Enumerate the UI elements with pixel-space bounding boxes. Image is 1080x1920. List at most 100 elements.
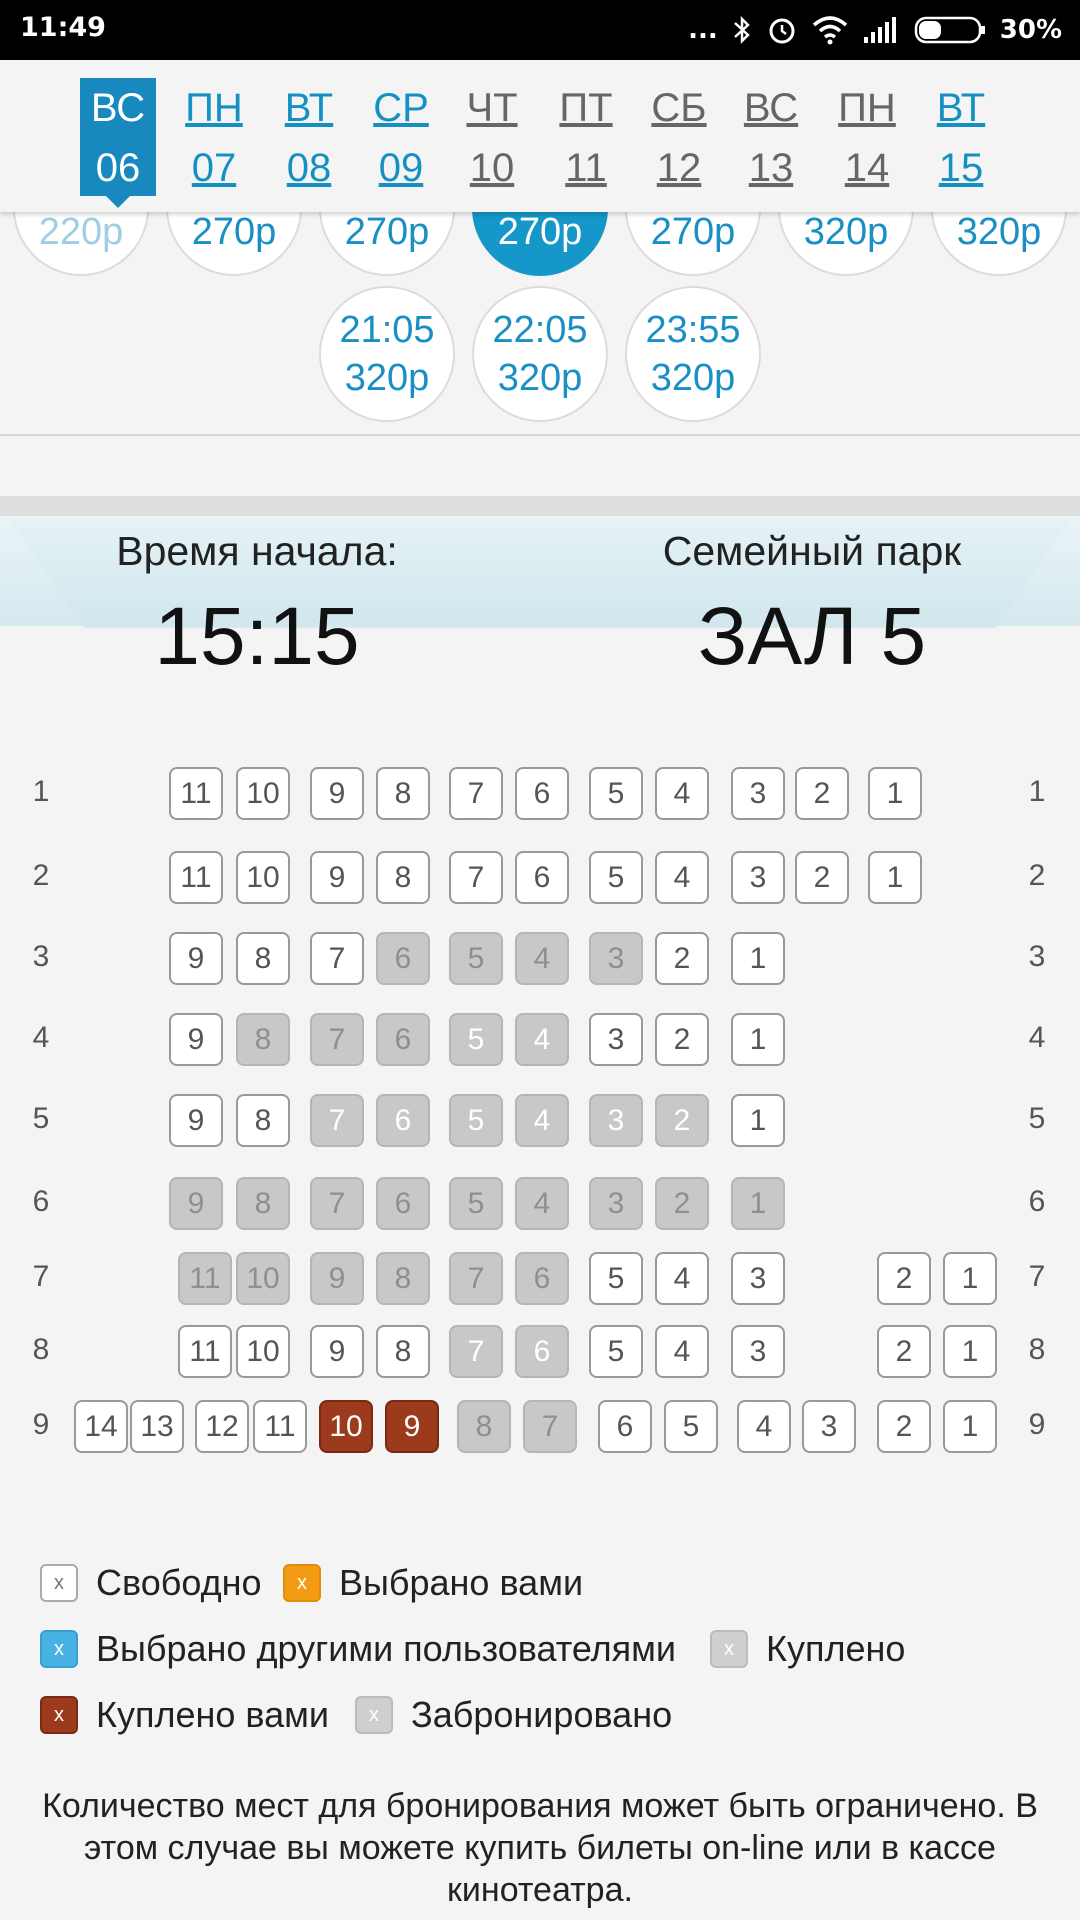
seat-taken: 3 bbox=[589, 932, 643, 985]
seat-free[interactable]: 11 bbox=[169, 767, 223, 820]
seat-free[interactable]: 2 bbox=[795, 851, 849, 904]
date-tab[interactable]: ВС 06 bbox=[80, 78, 156, 208]
row-number: 5 bbox=[1028, 1102, 1046, 1135]
seat-free[interactable]: 6 bbox=[515, 767, 569, 820]
seat-free[interactable]: 4 bbox=[655, 1252, 709, 1305]
showtime-bubble[interactable]: 23:55 320р bbox=[625, 286, 761, 422]
seat-free[interactable]: 12 bbox=[195, 1400, 249, 1453]
seat-free[interactable]: 7 bbox=[449, 767, 503, 820]
legend-reserved-box: x bbox=[355, 1696, 393, 1734]
row-number: 5 bbox=[32, 1102, 50, 1135]
seat-free[interactable]: 10 bbox=[236, 1325, 290, 1378]
seat-free[interactable]: 6 bbox=[598, 1400, 652, 1453]
seat-free[interactable]: 9 bbox=[169, 1094, 223, 1147]
seat-free[interactable]: 3 bbox=[731, 851, 785, 904]
seat-free[interactable]: 2 bbox=[877, 1400, 931, 1453]
seat-free[interactable]: 1 bbox=[943, 1252, 997, 1305]
legend-reserved: x Забронировано bbox=[355, 1694, 672, 1736]
spacer bbox=[0, 436, 1080, 496]
seat-free[interactable]: 4 bbox=[655, 851, 709, 904]
date-tab[interactable]: СБ 12 bbox=[641, 78, 717, 198]
seat-free[interactable]: 9 bbox=[169, 1013, 223, 1066]
seat-free[interactable]: 2 bbox=[655, 932, 709, 985]
showtime-bubble[interactable]: 22:05 320р bbox=[472, 286, 608, 422]
showtime-bubble[interactable]: 21:05 320р bbox=[319, 286, 455, 422]
seat-free[interactable]: 10 bbox=[236, 767, 290, 820]
seat-free[interactable]: 8 bbox=[236, 932, 290, 985]
seat-free[interactable]: 1 bbox=[731, 1013, 785, 1066]
seat-taken: 2 bbox=[655, 1177, 709, 1230]
row-number: 4 bbox=[32, 1021, 50, 1054]
seat-taken: 9 bbox=[310, 1252, 364, 1305]
seat-free[interactable]: 7 bbox=[310, 932, 364, 985]
showtime-bubble[interactable]: 320р bbox=[931, 212, 1067, 276]
seat-free[interactable]: 1 bbox=[943, 1400, 997, 1453]
seat-taken: 6 bbox=[376, 1177, 430, 1230]
seat-free[interactable]: 5 bbox=[664, 1400, 718, 1453]
seat-free[interactable]: 1 bbox=[943, 1325, 997, 1378]
date-tab[interactable]: ВТ 15 bbox=[923, 78, 999, 198]
seat-taken: 1 bbox=[731, 1177, 785, 1230]
seat-taken: 5 bbox=[449, 1177, 503, 1230]
showtime-bubble[interactable]: 320р bbox=[778, 212, 914, 276]
seat-free[interactable]: 4 bbox=[737, 1400, 791, 1453]
date-tab[interactable]: ПН 14 bbox=[829, 78, 905, 198]
showtime-bubble[interactable]: 220р bbox=[13, 212, 149, 276]
seat-free[interactable]: 3 bbox=[731, 1325, 785, 1378]
showtime-bubble-selected[interactable]: 270р bbox=[472, 212, 608, 276]
seat-free[interactable]: 8 bbox=[376, 767, 430, 820]
seat-free[interactable]: 8 bbox=[376, 1325, 430, 1378]
seat-free[interactable]: 3 bbox=[589, 1013, 643, 1066]
row-number: 8 bbox=[32, 1333, 50, 1366]
seat-free[interactable]: 2 bbox=[795, 767, 849, 820]
seat-free[interactable]: 9 bbox=[310, 1325, 364, 1378]
seat-free[interactable]: 3 bbox=[731, 1252, 785, 1305]
seat-free[interactable]: 7 bbox=[449, 851, 503, 904]
legend-others-box: x bbox=[40, 1630, 78, 1668]
seat-free[interactable]: 3 bbox=[802, 1400, 856, 1453]
seat-free[interactable]: 5 bbox=[589, 767, 643, 820]
seat-free[interactable]: 1 bbox=[868, 767, 922, 820]
signal-icon bbox=[863, 17, 896, 43]
seat-free[interactable]: 11 bbox=[253, 1400, 307, 1453]
seat-free[interactable]: 1 bbox=[731, 1094, 785, 1147]
seat-free[interactable]: 13 bbox=[130, 1400, 184, 1453]
showtime-bubble[interactable]: 270р bbox=[319, 212, 455, 276]
seat-free[interactable]: 8 bbox=[376, 851, 430, 904]
showtime-bubble[interactable]: 270р bbox=[166, 212, 302, 276]
legend-selected-by-you: x Выбрано вами bbox=[283, 1562, 583, 1604]
seat-free[interactable]: 9 bbox=[310, 767, 364, 820]
seat-free[interactable]: 9 bbox=[310, 851, 364, 904]
seat-free[interactable]: 4 bbox=[655, 1325, 709, 1378]
seat-free[interactable]: 2 bbox=[877, 1252, 931, 1305]
date-tab[interactable]: ПН 07 bbox=[176, 78, 252, 198]
date-tab[interactable]: ВТ 08 bbox=[271, 78, 347, 198]
seat-free[interactable]: 2 bbox=[655, 1013, 709, 1066]
date-tab[interactable]: СР 09 bbox=[363, 78, 439, 198]
seat-free[interactable]: 2 bbox=[877, 1325, 931, 1378]
date-tab[interactable]: ЧТ 10 bbox=[454, 78, 530, 198]
date-tab[interactable]: ПТ 11 bbox=[548, 78, 624, 198]
seat-free[interactable]: 10 bbox=[236, 851, 290, 904]
seat-free[interactable]: 5 bbox=[589, 851, 643, 904]
showtime-bubble[interactable]: 270р bbox=[625, 212, 761, 276]
seat-taken: 8 bbox=[236, 1013, 290, 1066]
seat-free[interactable]: 9 bbox=[169, 932, 223, 985]
seat-free[interactable]: 4 bbox=[655, 767, 709, 820]
seat-free[interactable]: 6 bbox=[515, 851, 569, 904]
seat-taken: 7 bbox=[310, 1177, 364, 1230]
seat-free[interactable]: 14 bbox=[74, 1400, 128, 1453]
date-tab[interactable]: ВС 13 bbox=[733, 78, 809, 198]
seat-taken: 8 bbox=[457, 1400, 511, 1453]
seat-free[interactable]: 3 bbox=[731, 767, 785, 820]
seat-free[interactable]: 11 bbox=[178, 1325, 232, 1378]
seat-booked: 5 bbox=[449, 1013, 503, 1066]
seat-free[interactable]: 1 bbox=[868, 851, 922, 904]
seat-free[interactable]: 5 bbox=[589, 1252, 643, 1305]
seat-free[interactable]: 1 bbox=[731, 932, 785, 985]
seat-booked: 7 bbox=[449, 1325, 503, 1378]
seat-free[interactable]: 11 bbox=[169, 851, 223, 904]
seat-free[interactable]: 8 bbox=[236, 1094, 290, 1147]
booking-limit-note: Количество мест для бронирования может б… bbox=[42, 1787, 1038, 1909]
seat-free[interactable]: 5 bbox=[589, 1325, 643, 1378]
